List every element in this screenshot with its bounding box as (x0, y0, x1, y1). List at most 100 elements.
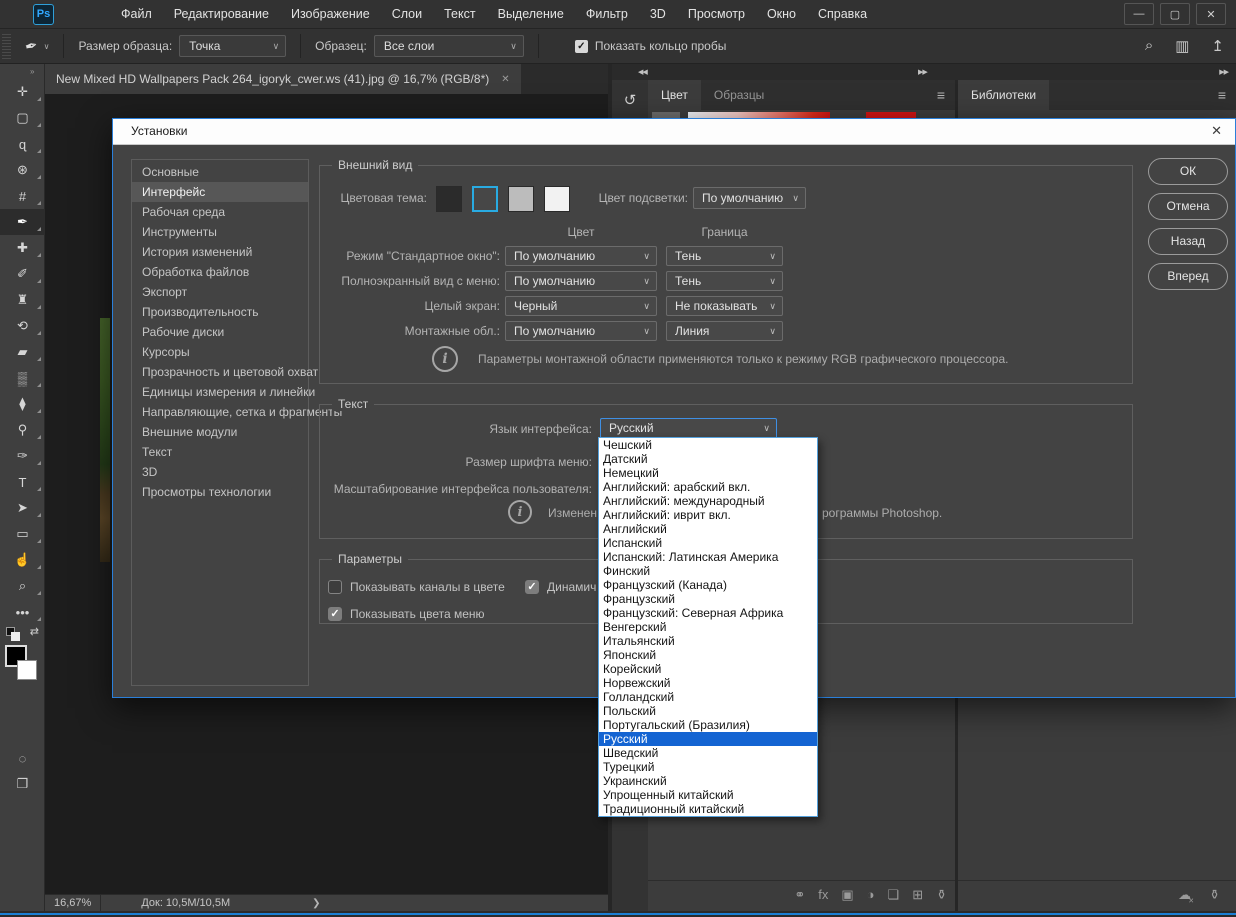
history-panel-icon[interactable]: ↺ (616, 87, 644, 113)
move-tool[interactable]: ✛ (0, 79, 45, 105)
menu-item[interactable]: Просмотр (677, 0, 756, 29)
current-tool-button[interactable]: ✒ ∨ (25, 37, 49, 55)
healing-brush-tool[interactable]: ✚ (0, 235, 45, 261)
workspace-layout-icon[interactable]: ▥ (1175, 37, 1189, 55)
language-option[interactable]: Голландский (599, 690, 817, 704)
color-select[interactable]: По умолчанию ∨ (505, 321, 657, 341)
sample-select[interactable]: Все слои ∨ (374, 35, 524, 57)
preferences-section-item[interactable]: Курсоры (132, 342, 308, 362)
border-select[interactable]: Линия ∨ (666, 321, 783, 341)
quick-selection-tool[interactable]: ⊛ (0, 157, 45, 183)
options-bar-grip[interactable] (2, 33, 11, 59)
tab-swatches[interactable]: Образцы (701, 80, 777, 110)
zoom-level[interactable]: 16,67% (45, 895, 101, 912)
language-option[interactable]: Упрощенный китайский (599, 788, 817, 802)
dynamic-sliders-checkbox[interactable]: ✓ Динамич (525, 580, 596, 594)
language-option[interactable]: Французский (599, 592, 817, 606)
close-window-button[interactable]: ✕ (1196, 3, 1226, 25)
menu-item[interactable]: Файл (110, 0, 163, 29)
menu-item[interactable]: Редактирование (163, 0, 280, 29)
preferences-section-item[interactable]: Текст (132, 442, 308, 462)
language-option[interactable]: Немецкий (599, 466, 817, 480)
language-option[interactable]: Русский (599, 732, 817, 746)
language-option[interactable]: Португальский (Бразилия) (599, 718, 817, 732)
language-option[interactable]: Французский: Северная Африка (599, 606, 817, 620)
edit-toolbar-button[interactable]: ••• (0, 599, 45, 625)
status-expand-icon[interactable]: ❯ (312, 898, 320, 909)
dialog-title-bar[interactable]: Установки ✕ (113, 119, 1235, 145)
preferences-section-item[interactable]: Просмотры технологии (132, 482, 308, 502)
language-option[interactable]: Английский (599, 522, 817, 536)
language-option[interactable]: Корейский (599, 662, 817, 676)
close-dialog-icon[interactable]: ✕ (1211, 123, 1222, 139)
language-option[interactable]: Английский: международный (599, 494, 817, 508)
language-option[interactable]: Итальянский (599, 634, 817, 648)
gradient-tool[interactable]: ▒ (0, 365, 45, 391)
menu-item[interactable]: Изображение (280, 0, 381, 29)
pen-tool[interactable]: ✑ (0, 443, 45, 469)
language-option[interactable]: Испанский: Латинская Америка (599, 550, 817, 564)
border-select[interactable]: Не показывать ∨ (666, 296, 783, 316)
preferences-section-item[interactable]: Направляющие, сетка и фрагменты (132, 402, 308, 422)
language-option[interactable]: Чешский (599, 438, 817, 452)
preferences-section-item[interactable]: Интерфейс (132, 182, 308, 202)
language-option[interactable]: Японский (599, 648, 817, 662)
tab-color[interactable]: Цвет (648, 80, 701, 110)
layer-effects-icon[interactable]: fx (818, 887, 828, 902)
swap-colors-icon[interactable]: ⇄ (30, 625, 39, 638)
language-option[interactable]: Испанский (599, 536, 817, 550)
close-document-icon[interactable]: ✕ (501, 74, 509, 85)
show-menu-colors-checkbox[interactable]: ✓ Показывать цвета меню (328, 607, 485, 621)
preferences-section-item[interactable]: Основные (132, 162, 308, 182)
preferences-section-item[interactable]: 3D (132, 462, 308, 482)
zoom-tool[interactable]: ⌕ (0, 573, 45, 599)
menu-item[interactable]: Выделение (487, 0, 575, 29)
color-select[interactable]: Черный ∨ (505, 296, 657, 316)
search-icon[interactable]: ⌕ (1145, 37, 1153, 55)
menu-item[interactable]: Окно (756, 0, 807, 29)
delete-layer-icon[interactable]: ⚱ (936, 887, 947, 903)
crop-tool[interactable]: # (0, 183, 45, 209)
eraser-tool[interactable]: ▰ (0, 339, 45, 365)
hand-tool[interactable]: ☝ (0, 547, 45, 573)
lasso-tool[interactable]: ɋ (0, 131, 45, 157)
preferences-section-item[interactable]: Экспорт (132, 282, 308, 302)
rectangle-tool[interactable]: ▭ (0, 521, 45, 547)
show-channels-in-color-checkbox[interactable]: Показывать каналы в цвете (328, 580, 505, 594)
panel-menu-icon[interactable]: ≡ (937, 80, 945, 110)
cloud-sync-off-icon[interactable]: ☁ (1178, 887, 1191, 903)
type-tool[interactable]: T (0, 469, 45, 495)
language-option[interactable]: Датский (599, 452, 817, 466)
menu-item[interactable]: Справка (807, 0, 878, 29)
language-option[interactable]: Французский (Канада) (599, 578, 817, 592)
border-select[interactable]: Тень ∨ (666, 246, 783, 266)
layer-mask-icon[interactable]: ▣ (841, 887, 853, 903)
collapse-tools-icon[interactable]: » (0, 64, 44, 76)
preferences-section-item[interactable]: Обработка файлов (132, 262, 308, 282)
link-layers-icon[interactable]: ⚭ (794, 887, 805, 903)
menu-item[interactable]: Текст (433, 0, 486, 29)
menu-item[interactable]: 3D (639, 0, 677, 29)
quick-mask-button[interactable]: ◌ (0, 745, 45, 771)
preferences-section-item[interactable]: Рабочая среда (132, 202, 308, 222)
expand-panels-icon[interactable]: ◀◀ (638, 68, 647, 76)
maximize-button[interactable]: ▢ (1160, 3, 1190, 25)
ok-button[interactable]: ОК (1148, 158, 1228, 185)
language-option[interactable]: Традиционный китайский (599, 802, 817, 816)
language-option[interactable]: Украинский (599, 774, 817, 788)
language-option[interactable]: Финский (599, 564, 817, 578)
brush-tool[interactable]: ✐ (0, 261, 45, 287)
delete-icon[interactable]: ⚱ (1209, 887, 1220, 903)
next-button[interactable]: Вперед (1148, 263, 1228, 290)
panel-menu-icon[interactable]: ≡ (1218, 80, 1226, 110)
language-option[interactable]: Турецкий (599, 760, 817, 774)
border-select[interactable]: Тень ∨ (666, 271, 783, 291)
language-option[interactable]: Польский (599, 704, 817, 718)
ui-language-select[interactable]: Русский ∨ (600, 418, 777, 439)
blur-tool[interactable]: ⧫ (0, 391, 45, 417)
preferences-section-item[interactable]: Внешние модули (132, 422, 308, 442)
path-selection-tool[interactable]: ➤ (0, 495, 45, 521)
history-brush-tool[interactable]: ⟲ (0, 313, 45, 339)
preferences-section-item[interactable]: Рабочие диски (132, 322, 308, 342)
adjustment-layer-icon[interactable]: ◑ (867, 887, 875, 902)
